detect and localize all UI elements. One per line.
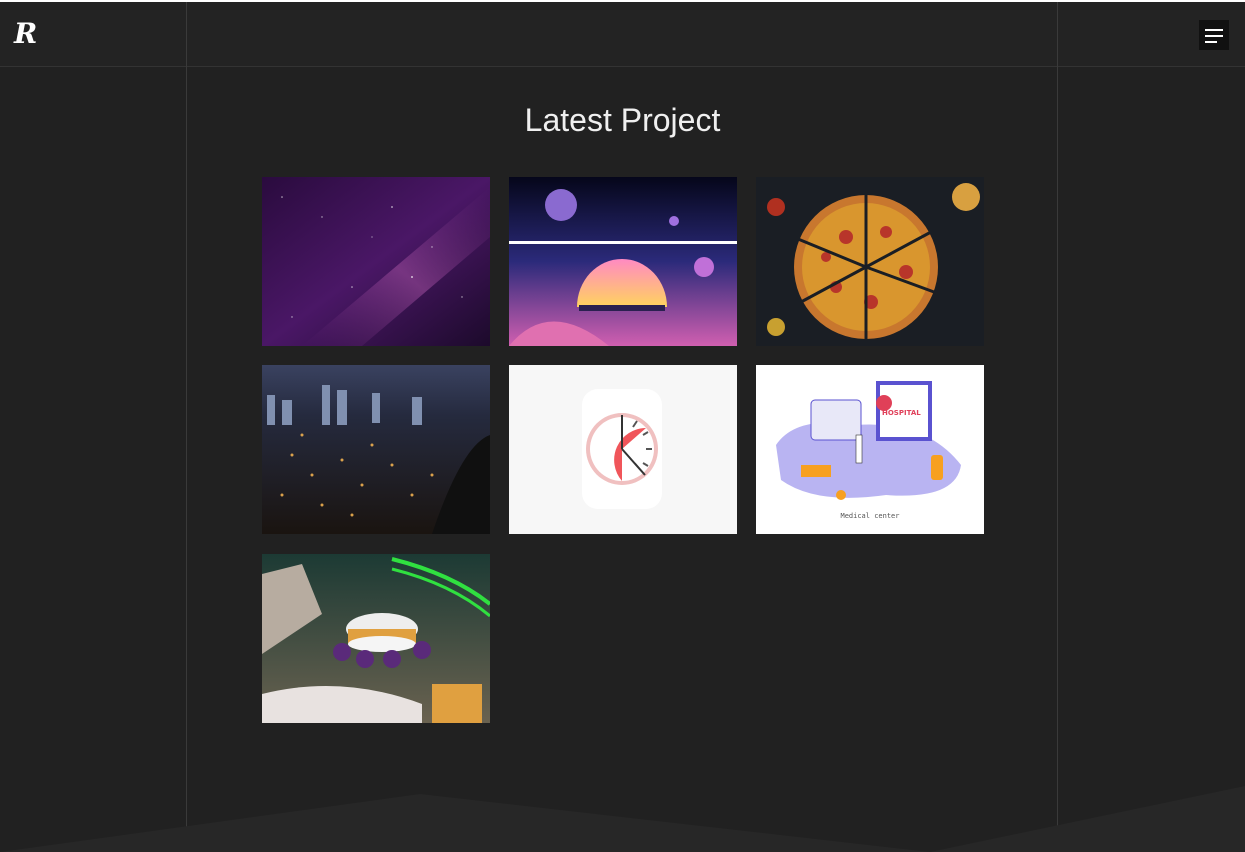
hospital-sign: HOSPITAL bbox=[882, 409, 921, 417]
project-thumbnail-rover[interactable] bbox=[262, 554, 490, 723]
project-thumbnail-pizza[interactable] bbox=[756, 177, 984, 346]
hamburger-menu-icon[interactable] bbox=[1199, 20, 1229, 50]
project-thumbnail-medical-center[interactable]: HOSPITAL Medical center bbox=[756, 365, 984, 534]
footer-shape bbox=[0, 786, 1245, 852]
project-thumbnail-clock[interactable] bbox=[509, 365, 737, 534]
project-thumbnail-space-dome[interactable] bbox=[509, 177, 737, 346]
medical-center-caption: Medical center bbox=[840, 512, 899, 520]
project-thumbnail-galaxy[interactable] bbox=[262, 177, 490, 346]
section-title: Latest Project bbox=[524, 102, 721, 138]
project-thumbnail-city-night[interactable] bbox=[262, 365, 490, 534]
logo[interactable]: R bbox=[14, 16, 37, 52]
